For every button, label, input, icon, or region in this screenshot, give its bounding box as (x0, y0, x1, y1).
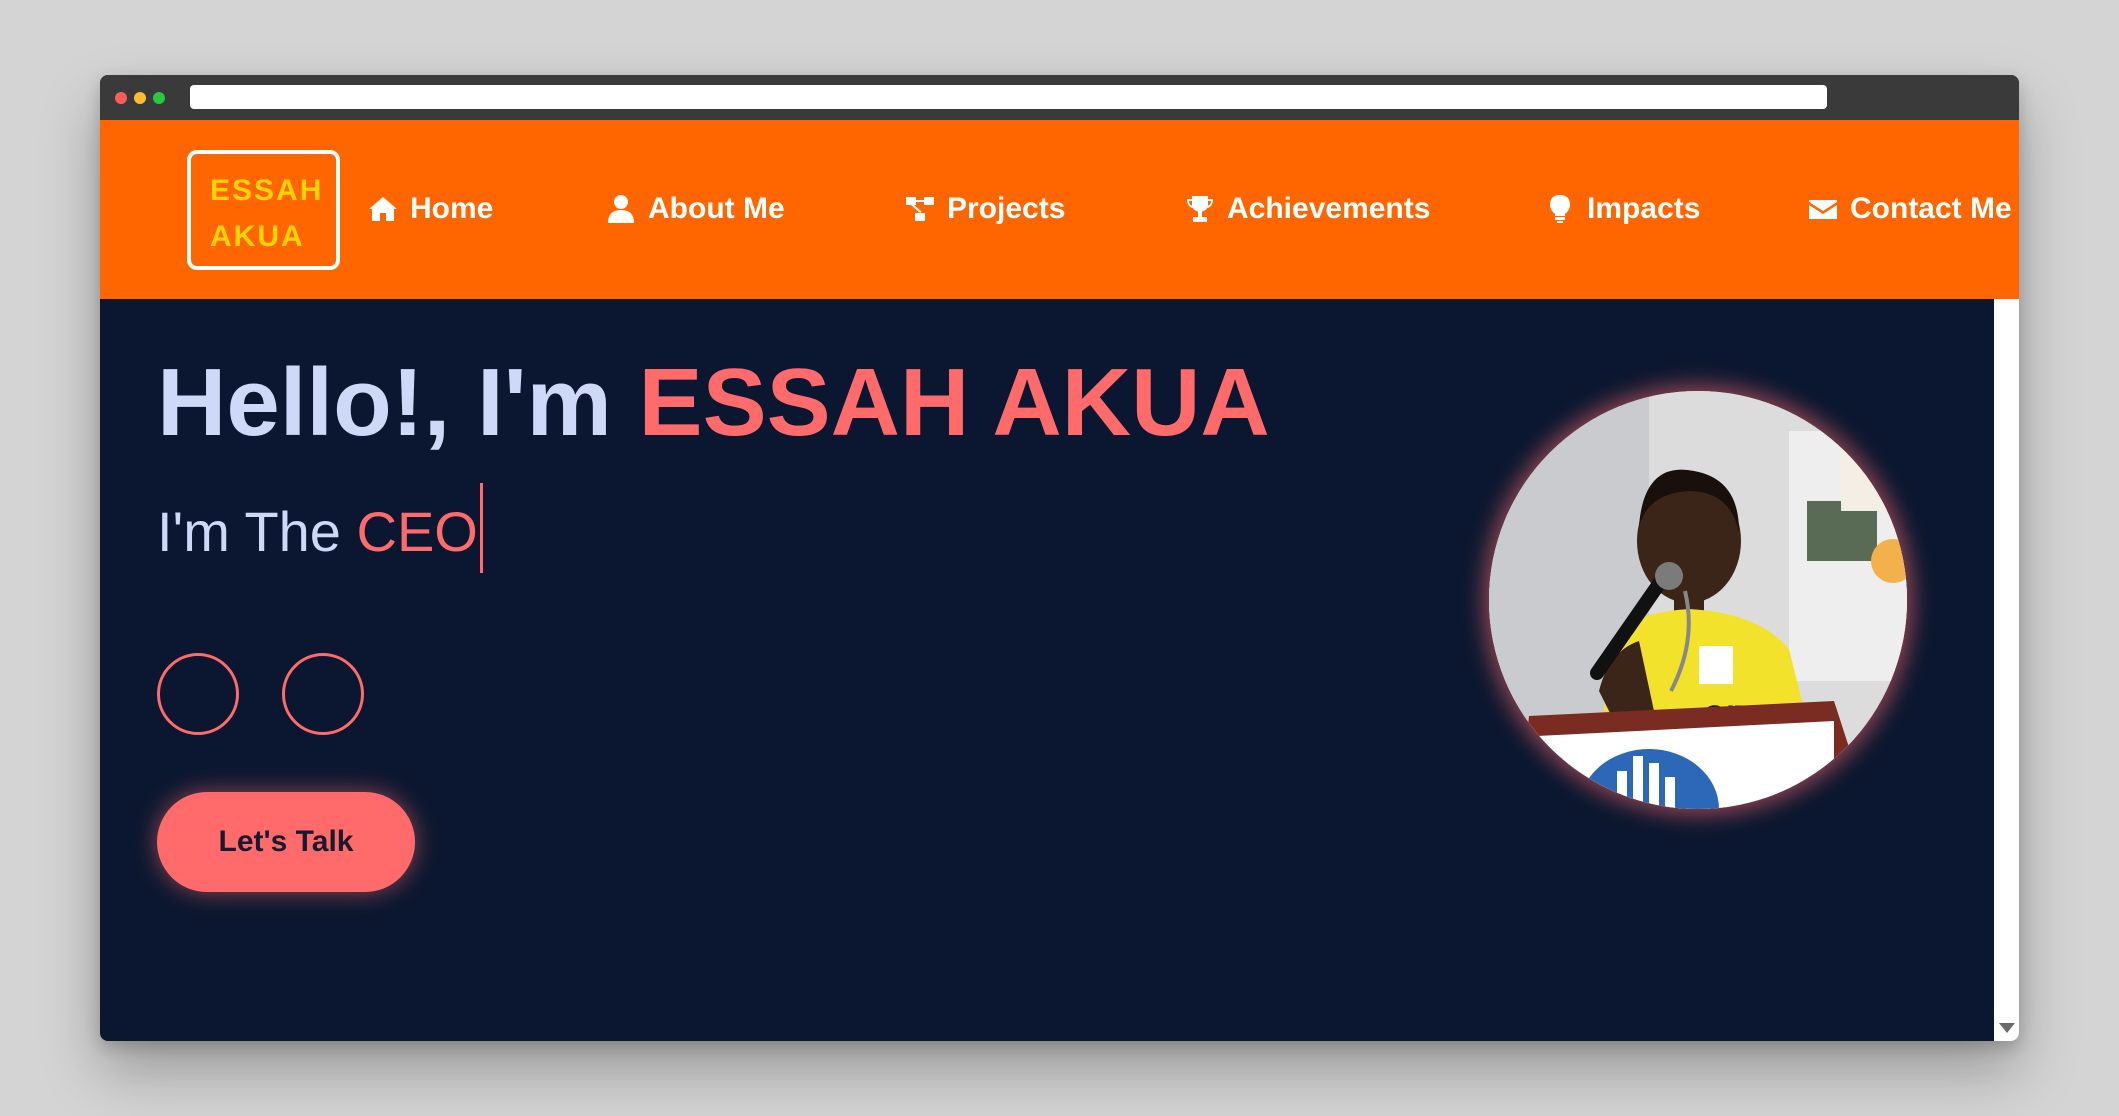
hero-role-prefix: I'm The (157, 500, 341, 563)
nav-achievements-label: Achievements (1227, 192, 1431, 225)
scroll-down-icon[interactable] (1999, 1023, 2015, 1033)
social-link-2[interactable] (282, 653, 364, 735)
lightbulb-icon (1550, 195, 1570, 223)
envelope-icon (1809, 200, 1837, 219)
typing-caret (479, 483, 483, 573)
address-bar[interactable] (190, 85, 1827, 109)
hero-role: CEO (356, 500, 478, 563)
browser-titlebar (100, 75, 2019, 120)
nav-impacts[interactable]: Impacts (1545, 189, 1700, 229)
home-icon (369, 197, 397, 221)
user-icon (608, 195, 634, 223)
hero-title: Hello!, I'm ESSAH AKUA (157, 355, 1270, 451)
navbar: ESSAH AKUA Home About Me Projects Achiev… (100, 120, 2019, 299)
hero-name: ESSAH AKUA (638, 349, 1270, 456)
nav-about-label: About Me (648, 192, 785, 225)
nav-home[interactable]: Home (368, 189, 493, 229)
lets-talk-button[interactable]: Let's Talk (157, 792, 415, 892)
logo-line-2: AKUA (210, 220, 305, 253)
social-link-1[interactable] (157, 653, 239, 735)
browser-window: ESSAH AKUA Home About Me Projects Achiev… (100, 75, 2019, 1041)
maximize-window-button[interactable] (153, 92, 165, 104)
hero-greeting: Hello!, I'm (157, 349, 612, 456)
nav-achievements[interactable]: Achievements (1185, 189, 1430, 229)
nav-projects-label: Projects (947, 192, 1066, 225)
trophy-icon (1187, 196, 1213, 222)
logo-line-1: ESSAH (210, 174, 324, 207)
nav-projects[interactable]: Projects (905, 189, 1065, 229)
site-logo[interactable]: ESSAH AKUA (187, 150, 340, 270)
nav-contact[interactable]: Contact Me (1808, 189, 2012, 229)
close-window-button[interactable] (115, 92, 127, 104)
sitemap-icon (906, 197, 934, 221)
nav-home-label: Home (410, 192, 494, 225)
nav-contact-label: Contact Me (1850, 192, 2012, 225)
nav-impacts-label: Impacts (1587, 192, 1701, 225)
vertical-scrollbar[interactable] (1994, 299, 2019, 1041)
hero-subtitle: I'm The CEO (157, 483, 483, 573)
nav-about[interactable]: About Me (606, 189, 785, 229)
profile-photo: OIT (1489, 391, 1907, 809)
minimize-window-button[interactable] (134, 92, 146, 104)
